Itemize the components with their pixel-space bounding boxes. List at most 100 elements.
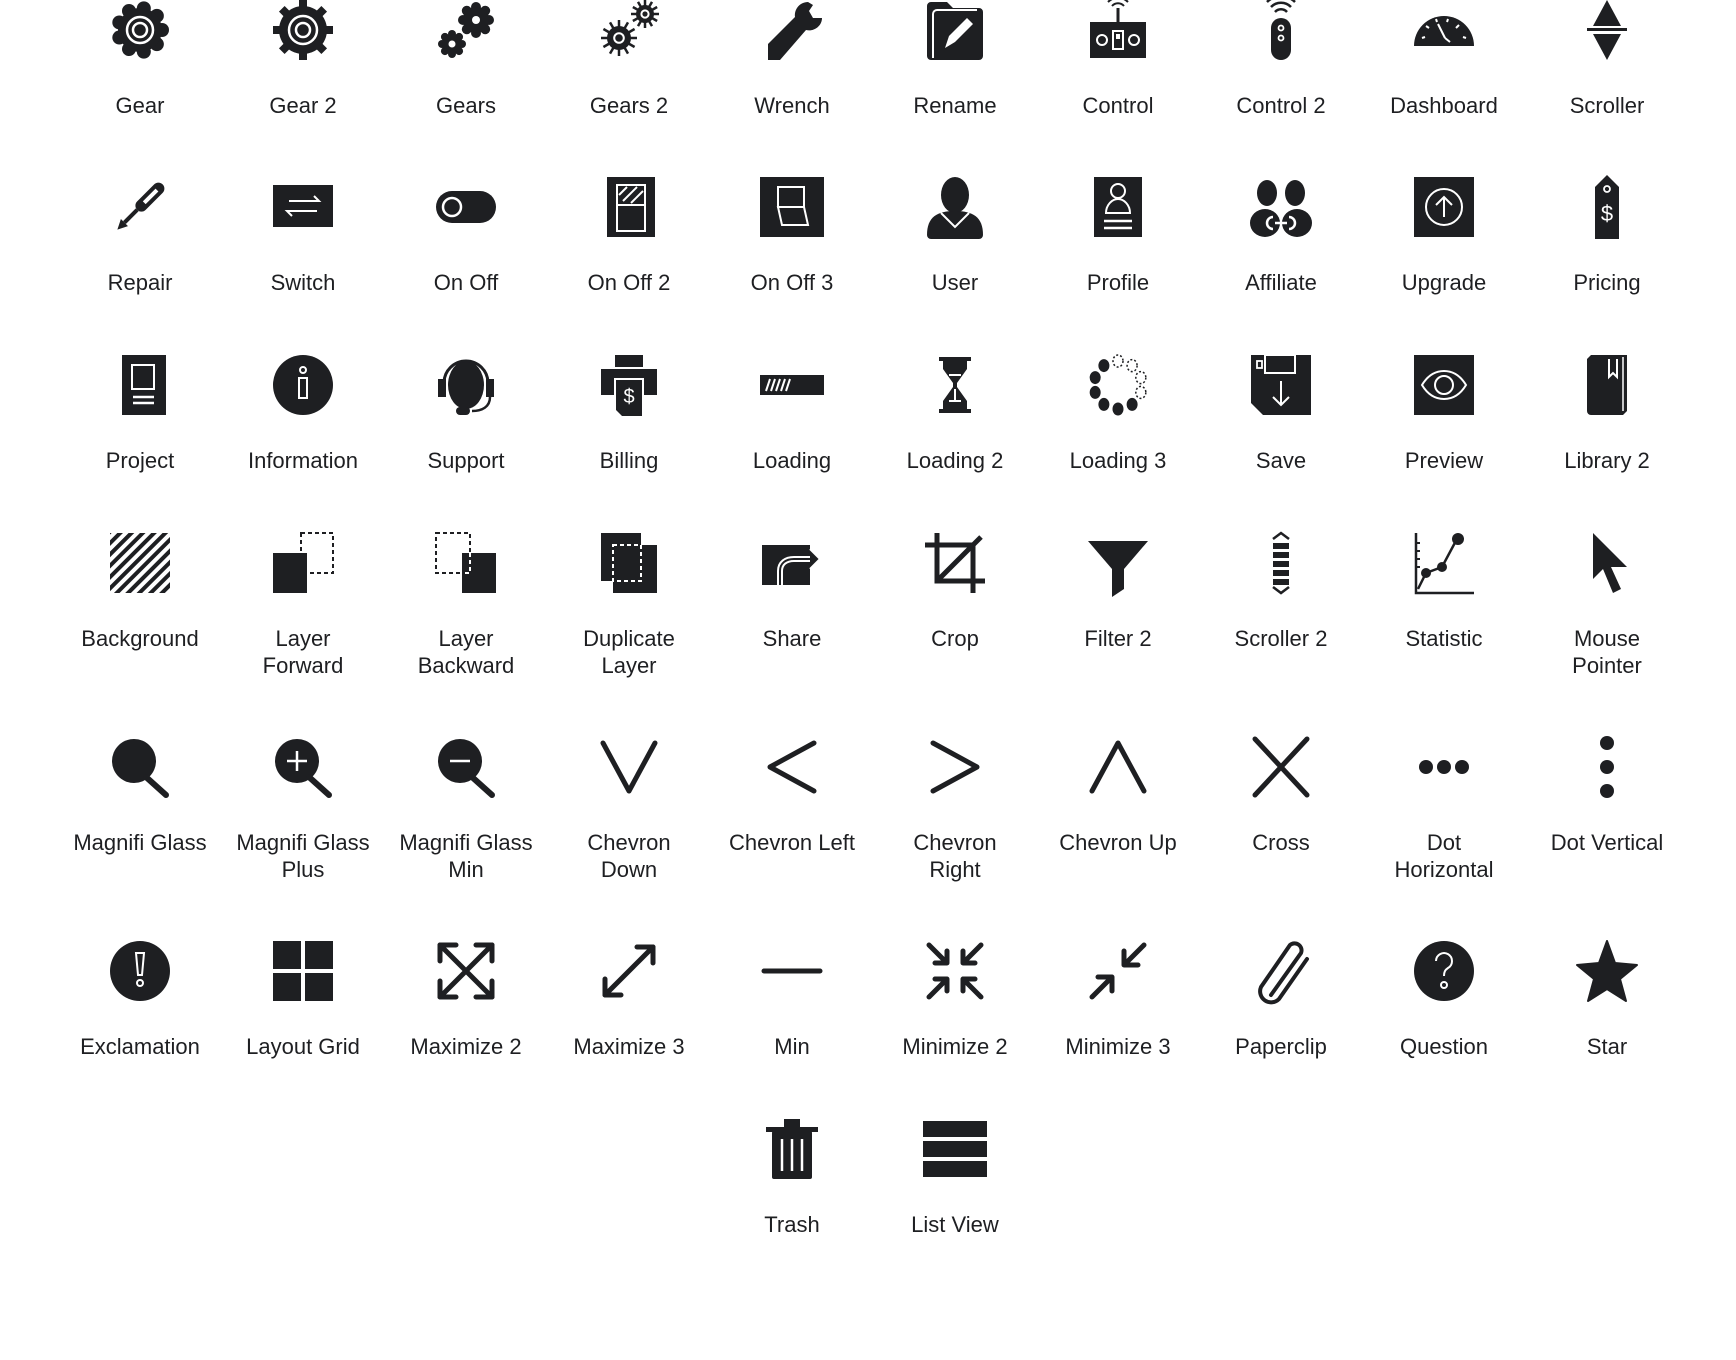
affiliate-icon xyxy=(1249,175,1313,239)
scroller-2-icon xyxy=(1249,531,1313,595)
icon-label: On Off xyxy=(433,270,499,295)
icon-tile[interactable]: Minimize 3 xyxy=(1038,939,1198,1060)
icon-tile[interactable]: Trash xyxy=(712,1117,872,1238)
icon-tile[interactable]: User xyxy=(875,175,1035,296)
icon-tile[interactable]: Layout Grid xyxy=(223,939,383,1060)
icon-tile[interactable]: Wrench xyxy=(712,0,872,119)
icon-tile[interactable]: Filter 2 xyxy=(1038,531,1198,652)
icon-tile[interactable]: Chevron Up xyxy=(1038,735,1198,856)
icon-label: Save xyxy=(1255,448,1307,473)
icon-tile[interactable]: Loading 3 xyxy=(1038,353,1198,474)
icon-label: Exclamation xyxy=(80,1034,200,1059)
icon-tile[interactable]: Profile xyxy=(1038,175,1198,296)
icon-tile[interactable]: Magnifi Glass Plus xyxy=(223,735,383,883)
chevron-down-icon xyxy=(597,735,661,799)
icon-tile[interactable]: Chevron Down xyxy=(549,735,709,883)
icon-tile[interactable]: Gears 2 xyxy=(549,0,709,119)
icon-tile[interactable]: $ Pricing xyxy=(1527,175,1687,296)
icon-label: On Off 2 xyxy=(587,270,671,295)
icon-tile[interactable]: Control 2 xyxy=(1201,0,1361,119)
icon-tile[interactable]: Support xyxy=(386,353,546,474)
icon-tile[interactable]: Maximize 3 xyxy=(549,939,709,1060)
icon-tile[interactable]: Magnifi Glass xyxy=(60,735,220,856)
icon-label: Switch xyxy=(270,270,336,295)
icon-label: Background xyxy=(81,626,199,651)
icon-tile[interactable]: Crop xyxy=(875,531,1035,652)
icon-tile[interactable]: Maximize 2 xyxy=(386,939,546,1060)
icon-tile[interactable]: Loading xyxy=(712,353,872,474)
icon-label: Layer Forward xyxy=(262,626,344,678)
icon-tile[interactable]: Preview xyxy=(1364,353,1524,474)
icon-tile[interactable]: Mouse Pointer xyxy=(1527,531,1687,679)
duplicate-layer-icon xyxy=(597,531,661,595)
switch-icon xyxy=(271,175,335,239)
project-icon xyxy=(108,353,172,417)
profile-icon xyxy=(1086,175,1150,239)
icon-tile[interactable]: Switch xyxy=(223,175,383,296)
icon-label: Cross xyxy=(1252,830,1310,855)
icon-label: Rename xyxy=(913,93,997,118)
icon-tile[interactable]: Exclamation xyxy=(60,939,220,1060)
pricing-icon: $ xyxy=(1575,175,1639,239)
icon-label: Gear 2 xyxy=(269,93,337,118)
icon-tile[interactable]: On Off xyxy=(386,175,546,296)
dot-horizontal-icon xyxy=(1412,735,1476,799)
icon-tile[interactable]: On Off 2 xyxy=(549,175,709,296)
icon-tile[interactable]: Project xyxy=(60,353,220,474)
icon-tile[interactable]: Upgrade xyxy=(1364,175,1524,296)
icon-tile[interactable]: Question xyxy=(1364,939,1524,1060)
icon-tile[interactable]: Min xyxy=(712,939,872,1060)
icon-tile[interactable]: Background xyxy=(60,531,220,652)
icon-label: Chevron Right xyxy=(913,830,997,882)
icon-label: List View xyxy=(911,1212,999,1237)
icon-tile[interactable]: Layer Forward xyxy=(223,531,383,679)
icon-tile[interactable]: Cross xyxy=(1201,735,1361,856)
icon-tile[interactable]: Library 2 xyxy=(1527,353,1687,474)
icon-tile[interactable]: Star xyxy=(1527,939,1687,1060)
icon-tile[interactable]: Repair xyxy=(60,175,220,296)
icon-label: Project xyxy=(105,448,175,473)
icon-label: On Off 3 xyxy=(750,270,834,295)
icon-label: Maximize 3 xyxy=(573,1034,685,1059)
loading-2-icon xyxy=(923,353,987,417)
icon-tile[interactable]: Scroller xyxy=(1527,0,1687,119)
icon-tile[interactable]: Affiliate xyxy=(1201,175,1361,296)
icon-label: Layer Backward xyxy=(417,626,515,678)
icon-tile[interactable]: Duplicate Layer xyxy=(549,531,709,679)
save-icon xyxy=(1249,353,1313,417)
star-icon xyxy=(1575,939,1639,1003)
icon-tile[interactable]: On Off 3 xyxy=(712,175,872,296)
icon-label: Share xyxy=(762,626,822,651)
icon-tile[interactable]: Chevron Right xyxy=(875,735,1035,883)
icon-label: Mouse Pointer xyxy=(1572,626,1642,678)
icon-label: Minimize 3 xyxy=(1065,1034,1171,1059)
icon-tile[interactable]: Minimize 2 xyxy=(875,939,1035,1060)
icon-tile[interactable]: Loading 2 xyxy=(875,353,1035,474)
minimize-line-icon xyxy=(760,939,824,1003)
icon-tile[interactable]: Gear xyxy=(60,0,220,119)
icon-tile[interactable]: Magnifi Glass Min xyxy=(386,735,546,883)
icon-tile[interactable]: Control xyxy=(1038,0,1198,119)
icon-tile[interactable]: Save xyxy=(1201,353,1361,474)
icon-label: Magnifi Glass Plus xyxy=(236,830,370,882)
icon-tile[interactable]: List View xyxy=(875,1117,1035,1238)
icon-tile[interactable]: Share xyxy=(712,531,872,652)
icon-tile[interactable]: $ Billing xyxy=(549,353,709,474)
icon-label: Paperclip xyxy=(1235,1034,1327,1059)
icon-tile[interactable]: Dot Horizontal xyxy=(1364,735,1524,883)
icon-tile[interactable]: Layer Backward xyxy=(386,531,546,679)
icon-tile[interactable]: Gears xyxy=(386,0,546,119)
icon-tile[interactable]: Chevron Left xyxy=(712,735,872,856)
icon-tile[interactable]: Rename xyxy=(875,0,1035,119)
icon-tile[interactable]: Dashboard xyxy=(1364,0,1524,119)
icon-tile[interactable]: Information xyxy=(223,353,383,474)
icon-tile[interactable]: Statistic xyxy=(1364,531,1524,652)
icon-tile[interactable]: Paperclip xyxy=(1201,939,1361,1060)
on-off-icon xyxy=(434,175,498,239)
maximize-2-icon xyxy=(434,939,498,1003)
icon-label: Affiliate xyxy=(1245,270,1317,295)
icon-tile[interactable]: Scroller 2 xyxy=(1201,531,1361,652)
icon-label: Profile xyxy=(1086,270,1150,295)
icon-tile[interactable]: Dot Vertical xyxy=(1527,735,1687,856)
icon-tile[interactable]: Gear 2 xyxy=(223,0,383,119)
